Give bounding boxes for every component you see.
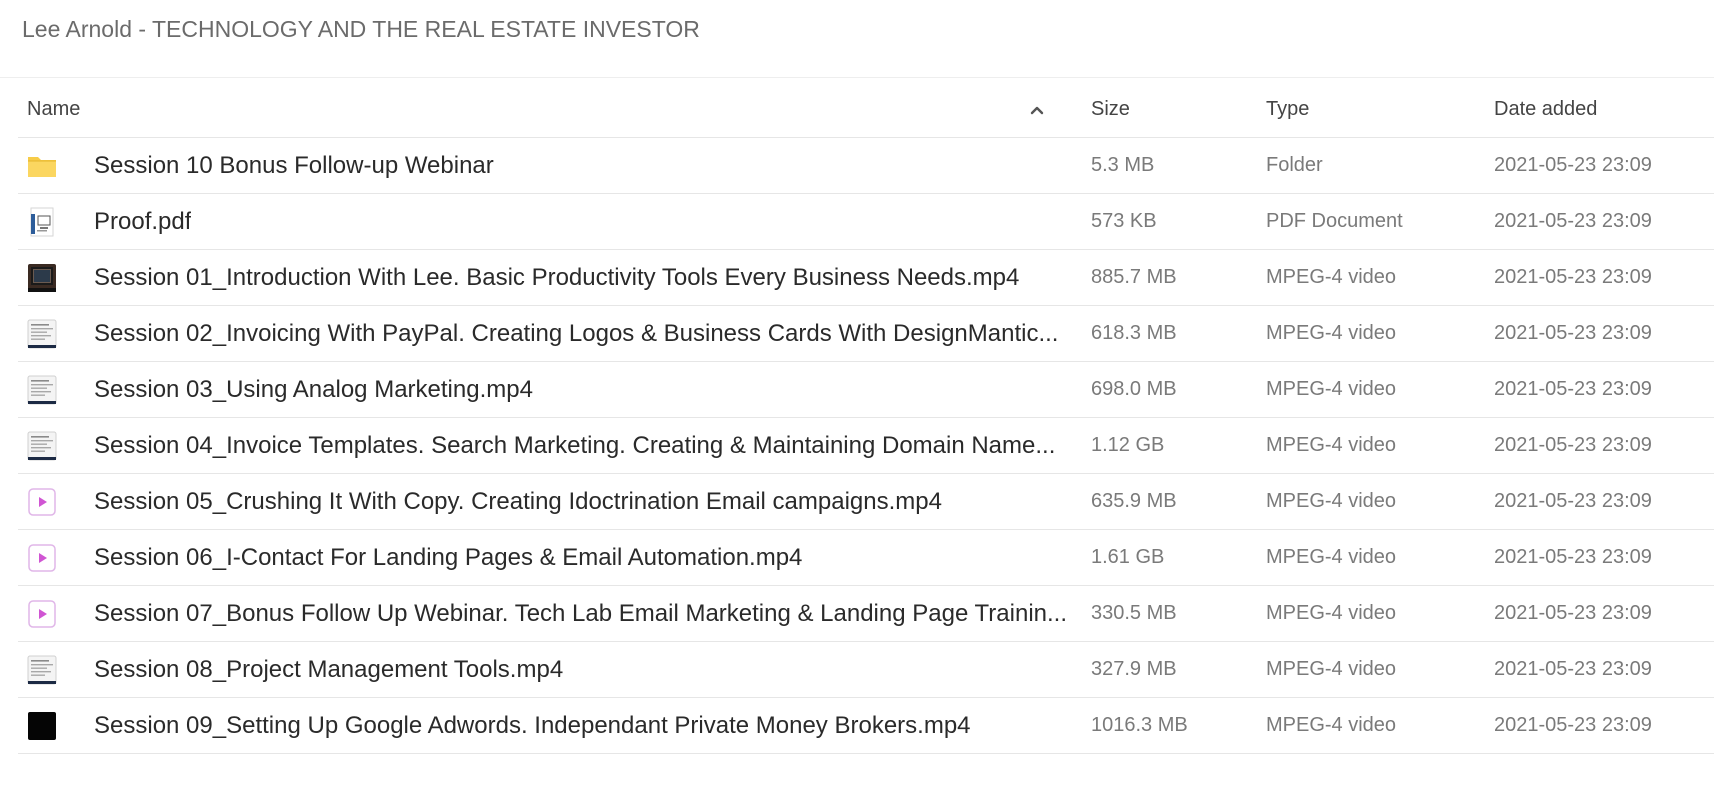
file-size: 618.3 MB [1091,322,1177,344]
file-size: 573 KB [1091,210,1157,232]
file-size: 330.5 MB [1091,602,1177,624]
file-table: Name Size Type Date added Session 10 Bon… [18,82,1714,754]
file-name-text[interactable]: Session 08_Project Management Tools.mp4 [94,656,563,684]
table-row[interactable]: Session 07_Bonus Follow Up Webinar. Tech… [18,586,1714,642]
file-name[interactable]: Session 09_Setting Up Google Adwords. In… [94,698,1072,753]
file-size: 635.9 MB [1091,490,1177,512]
file-name[interactable]: Session 06_I-Contact For Landing Pages &… [94,530,1072,585]
table-row[interactable]: Session 01_Introduction With Lee. Basic … [18,250,1714,306]
file-type: Folder [1266,154,1323,176]
pdf-thumbnail-icon [26,194,60,249]
file-name-text[interactable]: Proof.pdf [94,208,191,236]
table-row[interactable]: Session 05_Crushing It With Copy. Creati… [18,474,1714,530]
file-date-added: 2021-05-23 23:09 [1494,210,1652,232]
file-date-added: 2021-05-23 23:09 [1494,266,1652,288]
file-name[interactable]: Session 01_Introduction With Lee. Basic … [94,250,1072,305]
table-row[interactable]: Proof.pdf 573 KB PDF Document 2021-05-23 23… [18,194,1714,250]
video-thumbnail-icon [26,418,60,473]
file-name-text[interactable]: Session 05_Crushing It With Copy. Creati… [94,488,942,516]
file-size: 327.9 MB [1091,658,1177,680]
file-size: 5.3 MB [1091,154,1155,176]
column-header-size[interactable]: Size [1091,82,1251,137]
file-name-text[interactable]: Session 07_Bonus Follow Up Webinar. Tech… [94,600,1067,628]
folder-icon [26,138,60,193]
file-size: 1.61 GB [1091,546,1165,568]
file-name-text[interactable]: Session 03_Using Analog Marketing.mp4 [94,376,533,404]
file-date-added: 2021-05-23 23:09 [1494,322,1652,344]
file-name-text[interactable]: Session 09_Setting Up Google Adwords. In… [94,712,971,740]
file-type: MPEG-4 video [1266,714,1397,736]
table-row[interactable]: Session 02_Invoicing With PayPal. Creati… [18,306,1714,362]
file-name[interactable]: Session 04_Invoice Templates. Search Mar… [94,418,1072,473]
file-size: 1.12 GB [1091,434,1165,456]
file-name[interactable]: Session 02_Invoicing With PayPal. Creati… [94,306,1072,361]
file-rows: Session 10 Bonus Follow-up Webinar 5.3 MB… [18,138,1714,754]
file-size: 1016.3 MB [1091,714,1188,736]
file-name[interactable]: Session 07_Bonus Follow Up Webinar. Tech… [94,586,1072,641]
file-name[interactable]: Session 08_Project Management Tools.mp4 [94,642,1072,697]
table-row[interactable]: Session 06_I-Contact For Landing Pages &… [18,530,1714,586]
file-date-added: 2021-05-23 23:09 [1494,378,1652,400]
file-size: 698.0 MB [1091,378,1177,400]
file-name-text[interactable]: Session 02_Invoicing With PayPal. Creati… [94,320,1058,348]
file-name[interactable]: Session 10 Bonus Follow-up Webinar [94,138,1072,193]
file-name[interactable]: Session 03_Using Analog Marketing.mp4 [94,362,1072,417]
file-date-added: 2021-05-23 23:09 [1494,714,1652,736]
table-row[interactable]: Session 04_Invoice Templates. Search Mar… [18,418,1714,474]
file-type: MPEG-4 video [1266,490,1397,512]
file-date-added: 2021-05-23 23:09 [1494,154,1652,176]
file-name-text[interactable]: Session 10 Bonus Follow-up Webinar [94,152,494,180]
file-type: MPEG-4 video [1266,322,1397,344]
video-play-icon [26,474,60,529]
video-play-icon [26,530,60,585]
file-name-text[interactable]: Session 06_I-Contact For Landing Pages &… [94,544,802,572]
file-type: MPEG-4 video [1266,266,1397,288]
file-date-added: 2021-05-23 23:09 [1494,434,1652,456]
file-name[interactable]: Proof.pdf [94,194,1072,249]
file-date-added: 2021-05-23 23:09 [1494,658,1652,680]
file-date-added: 2021-05-23 23:09 [1494,490,1652,512]
video-play-icon [26,586,60,641]
video-thumbnail-icon [26,362,60,417]
column-header-date[interactable]: Date added [1494,82,1714,137]
column-header-name[interactable]: Name [27,82,1005,137]
divider [0,77,1714,78]
file-type: MPEG-4 video [1266,378,1397,400]
table-row[interactable]: Session 10 Bonus Follow-up Webinar 5.3 MB… [18,138,1714,194]
file-name-text[interactable]: Session 01_Introduction With Lee. Basic … [94,264,1019,292]
file-date-added: 2021-05-23 23:09 [1494,546,1652,568]
table-row[interactable]: Session 08_Project Management Tools.mp4 3… [18,642,1714,698]
table-header: Name Size Type Date added [18,82,1714,138]
file-type: MPEG-4 video [1266,658,1397,680]
column-header-type[interactable]: Type [1266,82,1486,137]
file-name-text[interactable]: Session 04_Invoice Templates. Search Mar… [94,432,1055,460]
file-date-added: 2021-05-23 23:09 [1494,602,1652,624]
file-type: PDF Document [1266,210,1403,232]
video-thumbnail-icon [26,250,60,305]
table-row[interactable]: Session 03_Using Analog Marketing.mp4 698… [18,362,1714,418]
file-type: MPEG-4 video [1266,434,1397,456]
video-thumbnail-icon [26,306,60,361]
file-name[interactable]: Session 05_Crushing It With Copy. Creati… [94,474,1072,529]
file-size: 885.7 MB [1091,266,1177,288]
file-type: MPEG-4 video [1266,602,1397,624]
chevron-up-icon[interactable] [1030,104,1044,116]
video-thumbnail-black-icon [26,698,60,753]
file-type: MPEG-4 video [1266,546,1397,568]
folder-title: Lee Arnold - TECHNOLOGY AND THE REAL EST… [22,16,700,42]
table-row[interactable]: Session 09_Setting Up Google Adwords. In… [18,698,1714,754]
file-browser-page: Lee Arnold - TECHNOLOGY AND THE REAL EST… [0,0,1714,790]
video-thumbnail-icon [26,642,60,697]
